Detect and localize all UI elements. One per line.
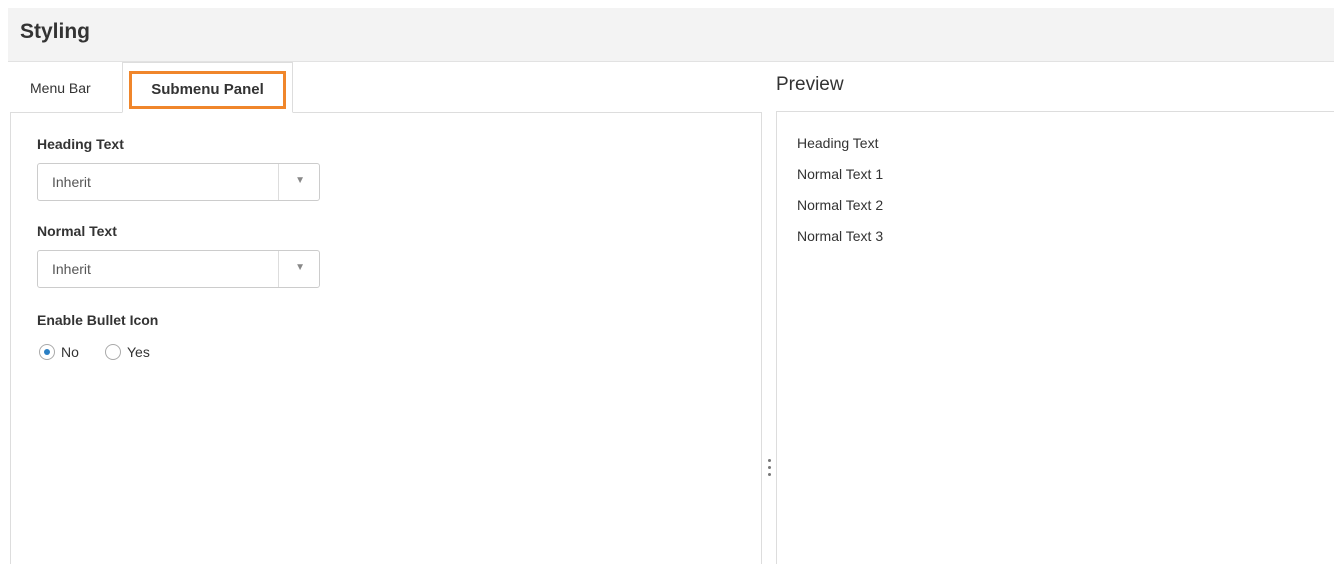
normal-text-select[interactable]: Inherit ▼ <box>37 250 320 288</box>
splitter-dot <box>768 473 771 476</box>
chevron-down-icon: ▼ <box>295 262 305 273</box>
preview-normal-text-1: Normal Text 1 <box>797 166 884 182</box>
chevron-down-icon: ▼ <box>295 175 305 186</box>
styling-window: Styling Menu Bar Submenu Panel Heading T… <box>0 0 1334 564</box>
tab-submenu-panel[interactable]: Submenu Panel <box>122 62 293 113</box>
splitter-dot <box>768 466 771 469</box>
preview-title: Preview <box>776 74 844 95</box>
page-title: Styling <box>20 20 91 43</box>
splitter-dot <box>768 459 771 462</box>
preview-normal-text-3: Normal Text 3 <box>797 228 884 244</box>
radio-yes-label[interactable]: Yes <box>127 344 150 360</box>
preview-heading-text: Heading Text <box>797 135 879 151</box>
heading-text-select[interactable]: Inherit ▼ <box>37 163 320 201</box>
select-separator <box>278 251 279 287</box>
heading-text-select-value: Inherit <box>52 174 91 190</box>
enable-bullet-icon-label: Enable Bullet Icon <box>37 312 159 328</box>
radio-no[interactable] <box>39 344 55 360</box>
panel-splitter-handle[interactable] <box>767 457 771 477</box>
header-bar: Styling <box>8 8 1334 62</box>
preview-panel: Heading Text Normal Text 1 Normal Text 2… <box>776 111 1334 564</box>
radio-no-label[interactable]: No <box>61 344 79 360</box>
select-separator <box>278 164 279 200</box>
preview-normal-text-2: Normal Text 2 <box>797 197 884 213</box>
settings-panel: Heading Text Inherit ▼ Normal Text Inher… <box>10 112 762 564</box>
tab-submenu-panel-label: Submenu Panel <box>129 71 286 109</box>
radio-yes[interactable] <box>105 344 121 360</box>
normal-text-select-value: Inherit <box>52 261 91 277</box>
tab-menu-bar[interactable]: Menu Bar <box>20 66 101 112</box>
heading-text-label: Heading Text <box>37 136 124 152</box>
normal-text-label: Normal Text <box>37 223 117 239</box>
